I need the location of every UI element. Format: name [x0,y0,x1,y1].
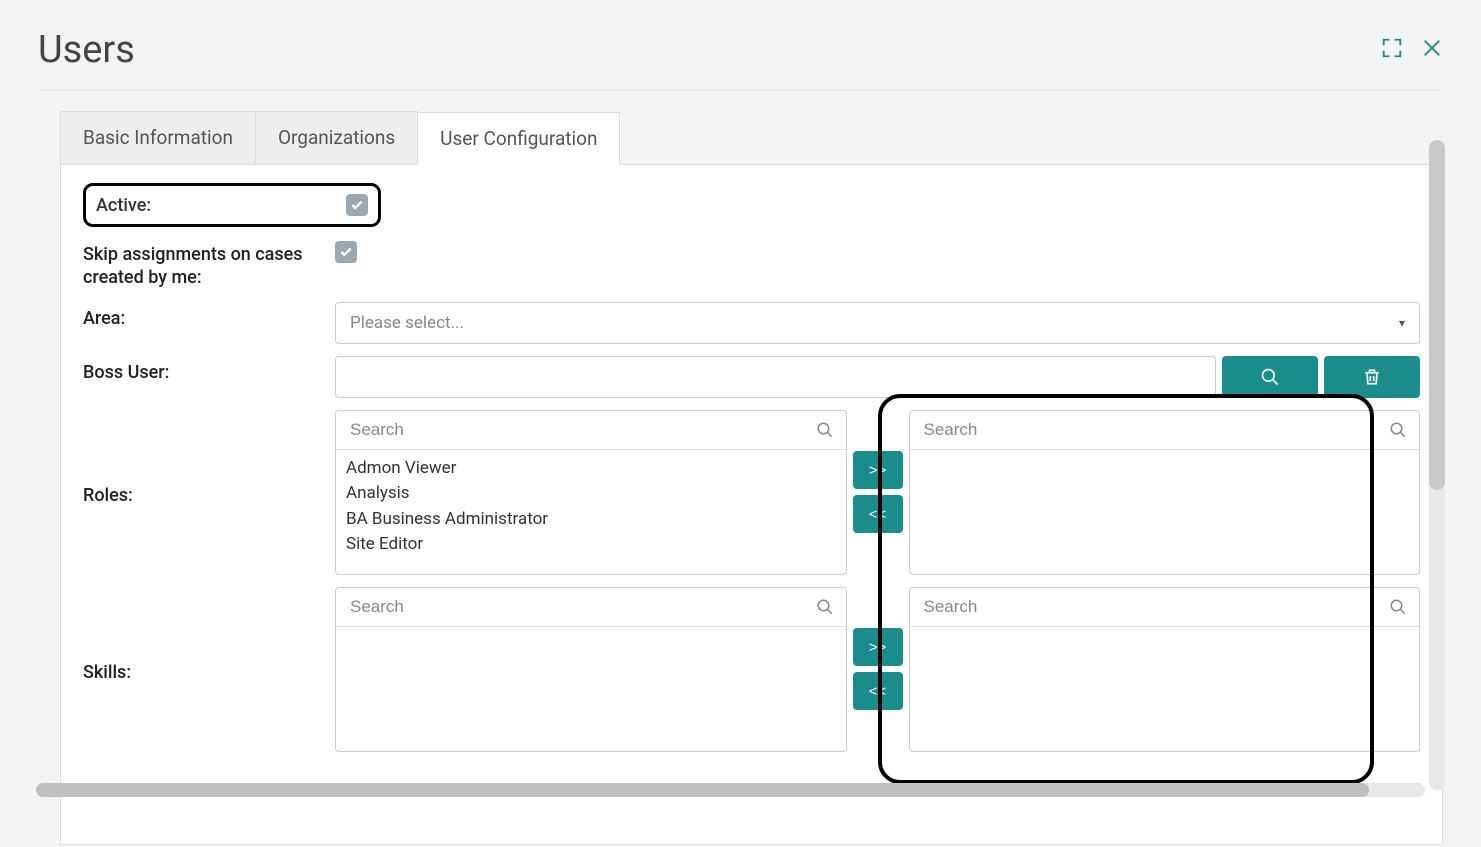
skills-add-button[interactable]: >> [853,628,903,666]
boss-label: Boss User: [83,356,335,383]
skills-available-list [335,587,847,752]
skills-selected-list [909,587,1421,752]
expand-icon[interactable] [1381,37,1403,64]
active-checkbox[interactable] [346,194,368,216]
tabs: Basic Information Organizations User Con… [60,111,1443,165]
search-icon [816,598,834,616]
roles-selected-search[interactable] [922,419,1390,441]
horizontal-scrollbar[interactable] [36,783,1425,797]
page-title: Users [38,28,135,72]
boss-search-button[interactable] [1222,356,1318,398]
active-field-highlight: Active: [83,183,381,227]
dialog-header: Users [38,0,1443,91]
scrollbar-thumb[interactable] [1429,140,1445,490]
role-option[interactable]: Analysis [346,481,836,507]
search-icon [1389,598,1407,616]
role-option[interactable]: Site Editor [346,532,836,558]
scrollbar-thumb[interactable] [36,783,1369,797]
roles-selected-list [909,410,1421,575]
area-label: Area: [83,302,335,329]
tab-organizations[interactable]: Organizations [255,111,418,164]
search-icon [816,421,834,439]
roles-available-list: Admon Viewer Analysis BA Business Admini… [335,410,847,575]
role-option[interactable]: BA Business Administrator [346,507,836,533]
area-select[interactable]: Please select... ▾ [335,302,1420,344]
boss-delete-button[interactable] [1324,356,1420,398]
active-label: Active: [96,195,151,216]
skills-remove-button[interactable]: << [853,672,903,710]
roles-available-search[interactable] [348,419,816,441]
roles-label: Roles: [83,479,335,506]
area-placeholder: Please select... [350,313,464,333]
close-icon[interactable] [1421,37,1443,64]
caret-down-icon: ▾ [1399,316,1405,330]
roles-add-button[interactable]: >> [853,451,903,489]
skills-label: Skills: [83,656,335,683]
tab-user-configuration[interactable]: User Configuration [417,112,620,165]
tab-basic-information[interactable]: Basic Information [60,111,256,164]
skip-label: Skip assignments on cases created by me: [83,237,335,290]
tab-panel: Active: Skip assignments on cases create… [60,165,1443,845]
role-option[interactable]: Admon Viewer [346,456,836,482]
skip-checkbox[interactable] [335,241,357,263]
roles-remove-button[interactable]: << [853,495,903,533]
vertical-scrollbar[interactable] [1429,140,1445,790]
boss-user-input[interactable] [335,356,1216,398]
skills-selected-search[interactable] [922,596,1390,618]
search-icon [1389,421,1407,439]
skills-available-search[interactable] [348,596,816,618]
